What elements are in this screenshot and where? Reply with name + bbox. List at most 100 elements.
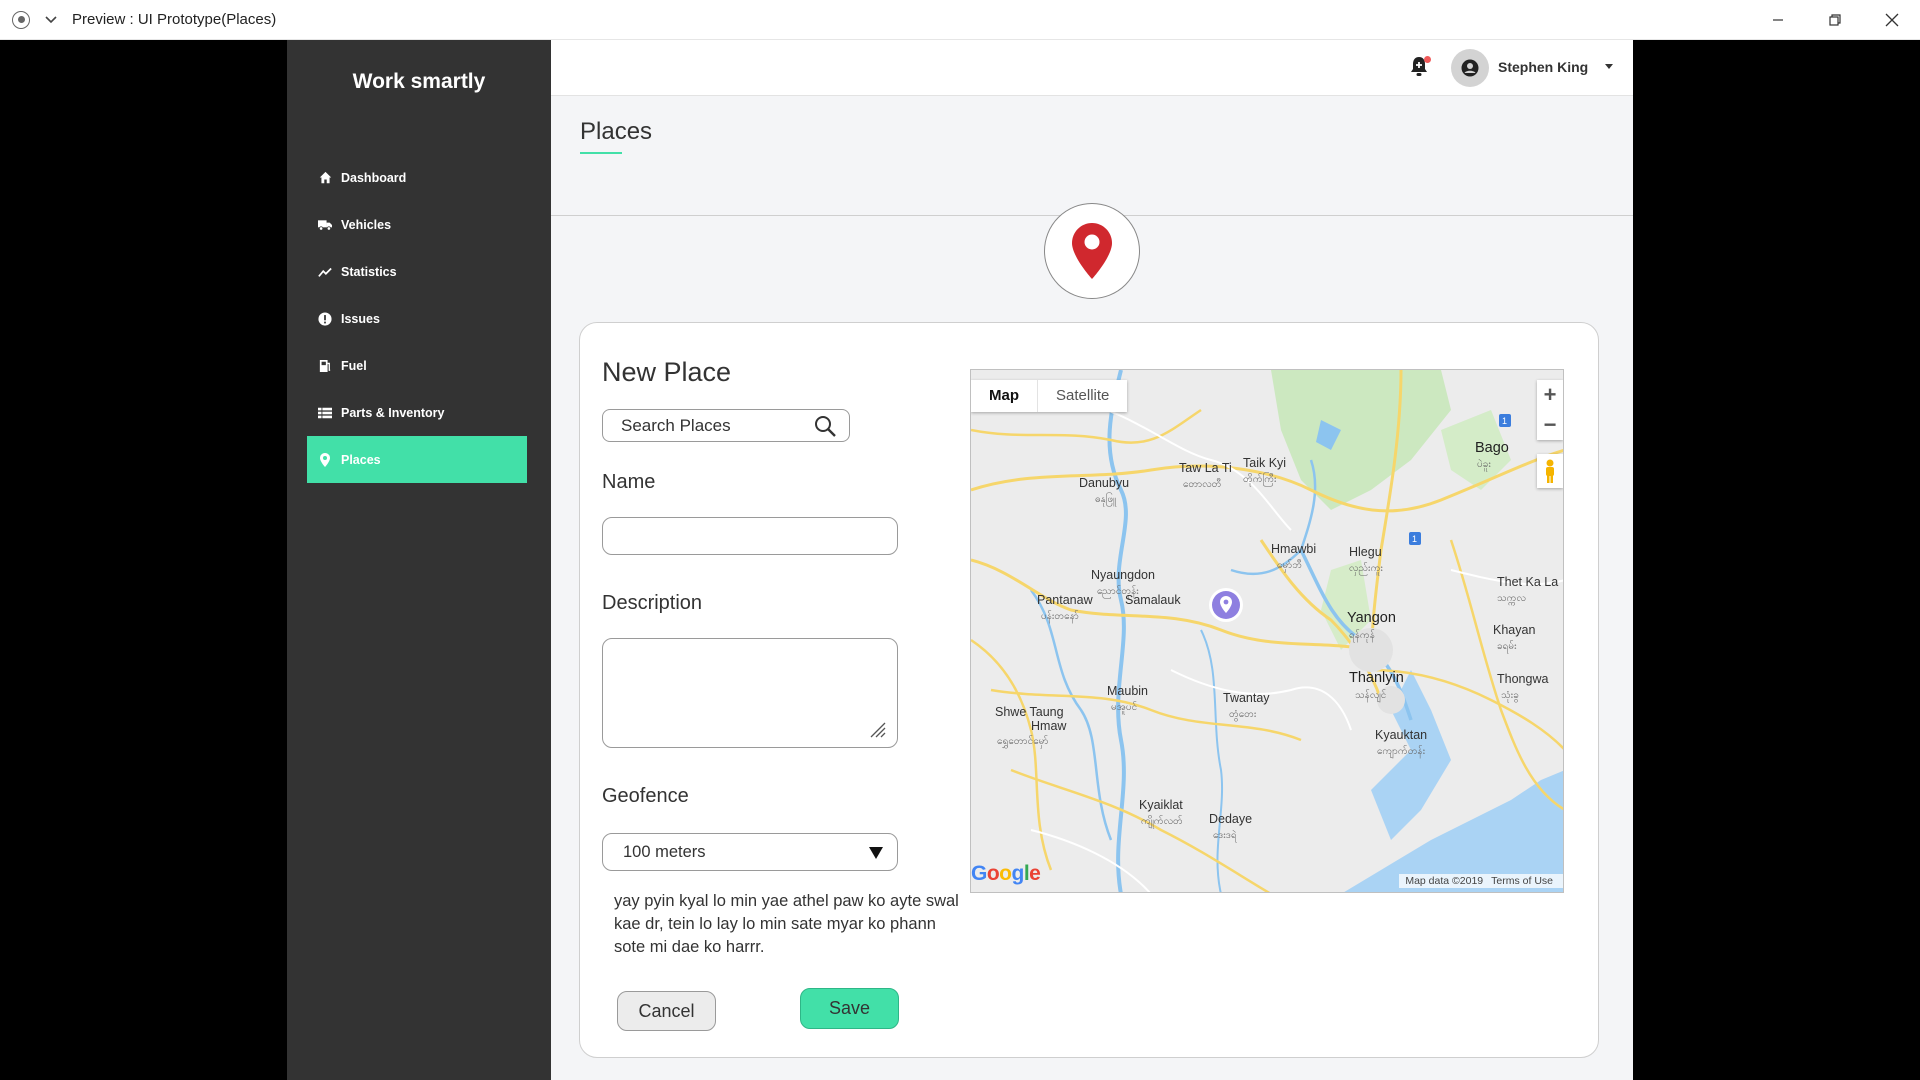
- user-name[interactable]: Stephen King: [1498, 59, 1588, 75]
- map-view[interactable]: 1 1 Map Satellite + − Bago ပဲခူး Taik Ky…: [970, 369, 1564, 893]
- sidebar-item-parts-inventory[interactable]: Parts & Inventory: [307, 389, 527, 436]
- form-title: New Place: [602, 357, 732, 387]
- grid-list-icon: [318, 406, 332, 420]
- map-type-control: Map Satellite: [971, 380, 1128, 412]
- sidebar: Work smartly Dashboard Vehicles Statisti…: [287, 40, 551, 1080]
- sidebar-item-dashboard[interactable]: Dashboard: [307, 154, 527, 201]
- sidebar-item-label: Places: [341, 452, 381, 467]
- sidebar-item-label: Parts & Inventory: [341, 405, 445, 420]
- search-input[interactable]: [621, 415, 821, 436]
- close-icon: [1885, 13, 1898, 27]
- geofence-value: 100 meters: [623, 842, 706, 861]
- app-record-icon: [12, 10, 30, 29]
- window-titlebar: Preview : UI Prototype(Places): [0, 0, 1920, 40]
- map-label: မအူပင်: [1111, 702, 1138, 713]
- search-icon[interactable]: [813, 414, 837, 438]
- map-label: ရွှေတောင်မှော်: [997, 736, 1049, 747]
- sidebar-item-label: Statistics: [341, 264, 397, 279]
- sidebar-item-label: Dashboard: [341, 170, 407, 185]
- sidebar-item-issues[interactable]: Issues: [307, 295, 527, 342]
- brand-title: Work smartly: [352, 70, 486, 93]
- map-label: တောလတီ: [1183, 479, 1222, 490]
- map-label: Danubyu: [1079, 476, 1130, 490]
- sidebar-item-places[interactable]: Places: [307, 436, 527, 483]
- map-label: Hlegu: [1349, 545, 1382, 559]
- map-label: ကျိုက်လတ်: [1141, 816, 1183, 827]
- pegman-icon: [1546, 459, 1554, 483]
- notification-badge: [1424, 56, 1431, 63]
- cancel-button[interactable]: Cancel: [617, 991, 716, 1031]
- sidebar-item-statistics[interactable]: Statistics: [307, 248, 527, 295]
- chevron-down-icon[interactable]: [44, 13, 58, 27]
- map-label: သက္ကလ: [1497, 593, 1526, 604]
- map-label: Maubin: [1107, 684, 1148, 698]
- map-label: Hmaw: [1031, 719, 1067, 733]
- road-shield-label: 1: [1412, 534, 1418, 544]
- zoom-in-button[interactable]: +: [1537, 380, 1563, 410]
- map-label: Kyaiklat: [1139, 798, 1183, 812]
- sidebar-item-label: Issues: [341, 311, 380, 326]
- gas-pump-icon: [318, 359, 332, 373]
- map-label: Taw La Ti: [1179, 461, 1232, 475]
- map-label: ခရမ်း: [1497, 641, 1517, 652]
- map-label: Hmawbi: [1271, 542, 1317, 556]
- name-label: Name: [602, 471, 656, 493]
- map-label: သန်လျင်: [1355, 690, 1387, 701]
- map-label: Pantanaw: [1037, 593, 1093, 607]
- restore-button[interactable]: [1806, 0, 1863, 40]
- close-button[interactable]: [1863, 0, 1920, 40]
- place-marker-icon[interactable]: [1208, 587, 1244, 627]
- user-menu-caret-icon[interactable]: [1605, 64, 1613, 69]
- save-button[interactable]: Save: [800, 988, 899, 1029]
- sidebar-item-label: Fuel: [341, 358, 367, 373]
- map-label: Yangon: [1347, 610, 1396, 626]
- page-header: Places: [551, 96, 1633, 216]
- zoom-out-button[interactable]: −: [1537, 410, 1563, 440]
- zoom-control: + −: [1537, 380, 1563, 440]
- map-label: Shwe Taung: [995, 705, 1064, 719]
- resize-handle-icon[interactable]: [869, 721, 887, 739]
- map-label: Samalauk: [1125, 593, 1181, 607]
- terms-of-use-link[interactable]: Terms of Use: [1491, 875, 1553, 887]
- map-type-satellite-button[interactable]: Satellite: [1038, 380, 1127, 412]
- top-header: Stephen King: [551, 40, 1633, 96]
- map-label: ရန်ကုန်: [1349, 630, 1375, 641]
- description-field[interactable]: [602, 638, 898, 748]
- notification-bell-button[interactable]: [1408, 55, 1432, 79]
- pegman-button[interactable]: [1537, 454, 1563, 488]
- window-title: Preview : UI Prototype(Places): [72, 11, 277, 28]
- map-label: မှော်ဘီ: [1277, 560, 1302, 571]
- map-label: လှည်းကူး: [1349, 563, 1383, 574]
- sidebar-item-vehicles[interactable]: Vehicles: [307, 201, 527, 248]
- map-label: Thet Ka La: [1497, 575, 1559, 589]
- avatar[interactable]: [1451, 49, 1489, 87]
- geofence-label: Geofence: [602, 785, 689, 807]
- map-label: ဒေးဒရဲ: [1213, 830, 1237, 841]
- map-label: တိုက်ကြီး: [1243, 474, 1277, 485]
- map-label: ဓနုဖြူ: [1095, 494, 1117, 505]
- sidebar-nav: Dashboard Vehicles Statistics Issues Fue…: [307, 154, 527, 483]
- map-label: Thanlyin: [1349, 670, 1404, 686]
- sidebar-item-fuel[interactable]: Fuel: [307, 342, 527, 389]
- map-pin-icon: [318, 452, 332, 467]
- name-field[interactable]: [602, 517, 898, 555]
- search-places-field[interactable]: [602, 409, 850, 442]
- map-type-map-button[interactable]: Map: [971, 380, 1038, 412]
- window-controls: [1749, 0, 1920, 40]
- geofence-select[interactable]: 100 meters: [602, 833, 898, 871]
- map-label: Dedaye: [1209, 812, 1253, 826]
- place-pin-badge: [1044, 203, 1140, 299]
- map-label: ပန်းတနော်: [1041, 611, 1079, 622]
- google-logo: Google: [971, 862, 1041, 885]
- chart-line-icon: [318, 265, 332, 279]
- map-label: Nyaungdon: [1091, 568, 1155, 582]
- map-data-text: Map data ©2019: [1405, 875, 1484, 887]
- title-underline: [580, 152, 622, 154]
- map-label: ကျောက်တန်း: [1377, 746, 1426, 757]
- map-attribution: Map data ©2019 Terms of Use: [1399, 874, 1563, 888]
- page-title: Places: [580, 118, 653, 145]
- geofence-note: yay pyin kyal lo min yae athel paw ko ay…: [614, 892, 959, 956]
- minimize-button[interactable]: [1749, 0, 1806, 40]
- map-label: Taik Kyi: [1243, 456, 1287, 470]
- dropdown-caret-icon: [869, 847, 883, 859]
